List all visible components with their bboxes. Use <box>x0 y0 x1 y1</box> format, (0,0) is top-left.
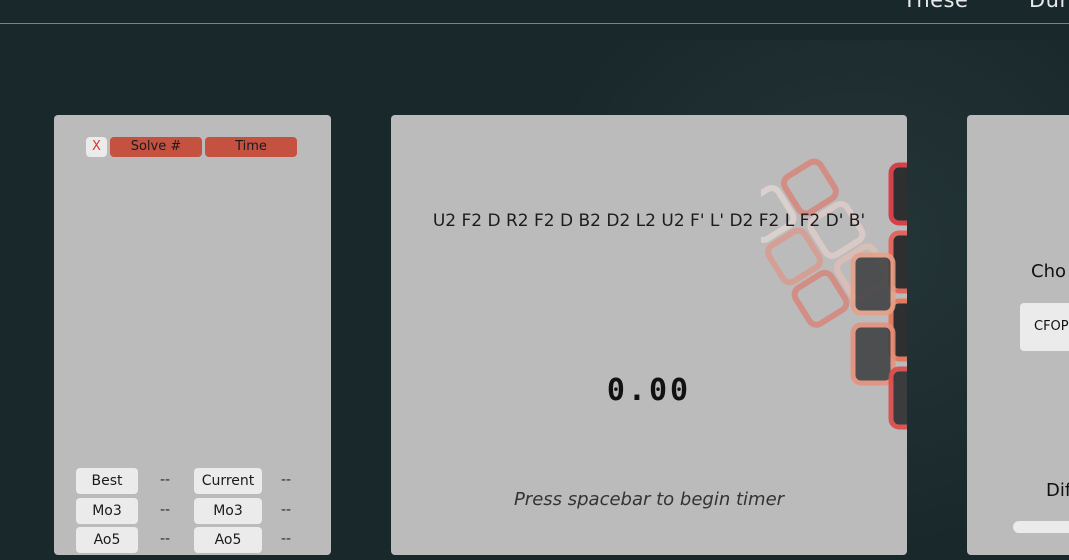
top-nav-bar: These Dur <box>0 0 1069 24</box>
nav-link-dur[interactable]: Dur <box>1029 0 1069 12</box>
time-header[interactable]: Time <box>205 137 297 157</box>
difficulty-label: Dif <box>1046 480 1069 501</box>
settings-panel: Cho CFOP Dif <box>967 115 1069 555</box>
current-mo3-value: -- <box>280 502 292 518</box>
current-ao5-value: -- <box>280 531 292 547</box>
scramble-text: U2 F2 D R2 F2 D B2 D2 L2 U2 F' L' D2 F2 … <box>432 211 866 231</box>
method-select[interactable]: CFOP <box>1020 303 1069 351</box>
current-value: -- <box>280 472 292 488</box>
current-label: Current <box>194 468 262 494</box>
nav-link-these[interactable]: These <box>903 0 968 12</box>
best-mo3-value: -- <box>159 502 171 518</box>
timer-panel[interactable]: U2 F2 D R2 F2 D B2 D2 L2 U2 F' L' D2 F2 … <box>391 115 907 555</box>
current-mo3-label: Mo3 <box>194 498 262 524</box>
best-ao5-value: -- <box>159 531 171 547</box>
rubiks-cube-image <box>761 158 907 430</box>
solve-number-header[interactable]: Solve # <box>110 137 202 157</box>
current-ao5-label: Ao5 <box>194 527 262 553</box>
best-value: -- <box>159 472 171 488</box>
difficulty-slider[interactable] <box>1013 521 1069 533</box>
start-hint: Press spacebar to begin timer <box>513 489 785 510</box>
choose-method-label: Cho <box>1031 261 1066 282</box>
solves-panel: X Solve # Time Best -- Current -- Mo3 --… <box>54 115 331 555</box>
best-ao5-label: Ao5 <box>76 527 138 553</box>
timer-display: 0.00 <box>606 373 692 408</box>
best-mo3-label: Mo3 <box>76 498 138 524</box>
best-label: Best <box>76 468 138 494</box>
clear-solves-button[interactable]: X <box>86 137 107 157</box>
